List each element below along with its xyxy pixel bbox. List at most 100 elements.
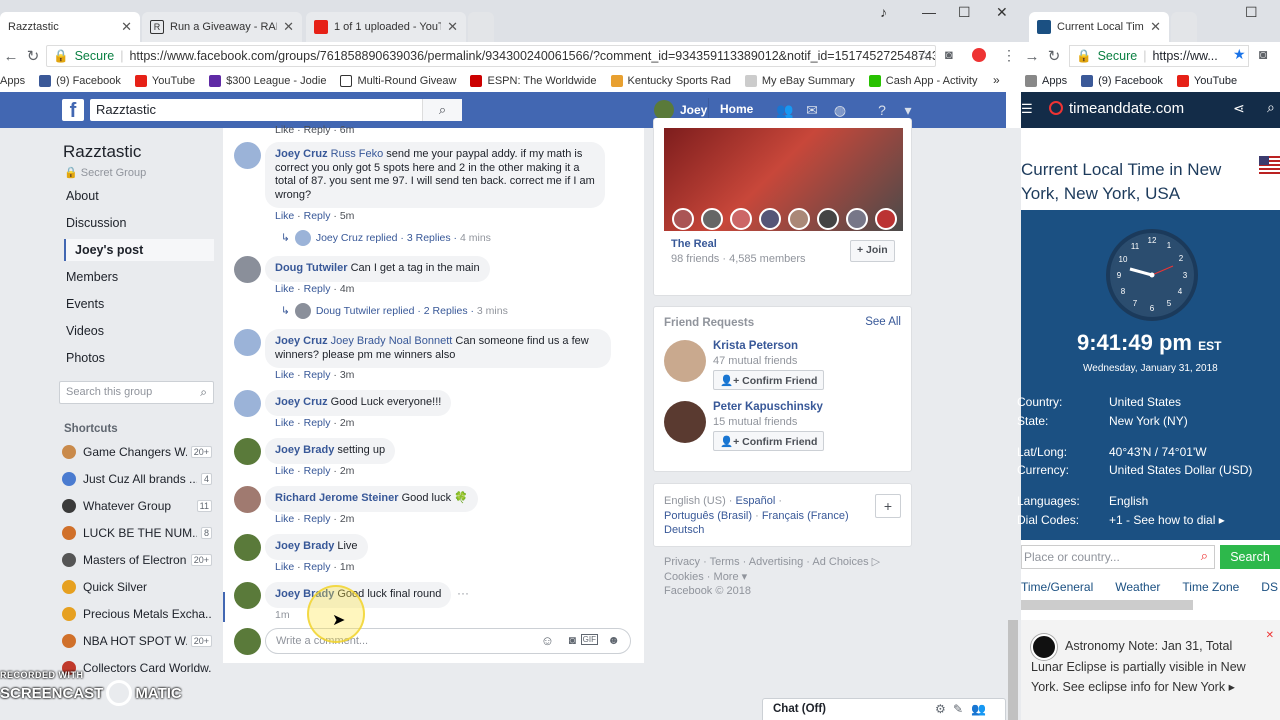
avatar[interactable] xyxy=(664,340,706,382)
reply-link[interactable]: Reply xyxy=(304,465,331,477)
bookmark-apps[interactable]: Apps xyxy=(0,75,25,87)
bookmark-youtube[interactable]: YouTube xyxy=(1176,75,1237,87)
maximize-icon[interactable]: ☐ xyxy=(1245,4,1258,21)
footer-link[interactable]: Cookies xyxy=(664,571,704,583)
bookmark-facebook[interactable]: (9) Facebook xyxy=(39,75,121,87)
nav-videos[interactable]: Videos xyxy=(66,324,104,338)
comment-author[interactable]: Joey Cruz xyxy=(275,396,328,408)
nav-members[interactable]: Members xyxy=(66,270,118,284)
member-avatar[interactable] xyxy=(875,208,897,230)
like-link[interactable]: Like xyxy=(275,210,294,222)
member-avatar[interactable] xyxy=(846,208,868,230)
join-button[interactable]: + Join xyxy=(850,240,895,262)
reply-link[interactable]: Reply xyxy=(304,369,331,381)
share-icon[interactable]: ⋖ xyxy=(1233,100,1245,117)
close-icon[interactable]: ✕ xyxy=(1266,630,1274,641)
reply-link[interactable]: Reply xyxy=(304,210,331,222)
group-chat-icon[interactable]: 👥 xyxy=(971,702,986,716)
reload-icon[interactable]: ↻ xyxy=(22,47,44,65)
group-cover-image[interactable] xyxy=(664,128,903,231)
member-avatar[interactable] xyxy=(788,208,810,230)
close-tab-icon[interactable]: ✕ xyxy=(1150,19,1161,35)
gear-icon[interactable]: ⚙ xyxy=(935,702,946,716)
reply-link[interactable]: Reply xyxy=(304,513,331,525)
bookmark-apps[interactable]: Apps xyxy=(1025,75,1067,87)
adblock-icon[interactable] xyxy=(972,48,986,62)
avatar[interactable] xyxy=(234,256,261,283)
search-icon[interactable]: ⌕ xyxy=(200,385,207,400)
replies-link[interactable]: ↳ Doug Tutwiler replied · 2 Replies · 3 m… xyxy=(281,303,508,319)
shortcut-item[interactable]: Just Cuz All brands ... 4 xyxy=(62,472,212,486)
reply-link[interactable]: Reply xyxy=(304,417,331,429)
avatar[interactable] xyxy=(234,142,261,169)
close-tab-icon[interactable]: ✕ xyxy=(283,19,294,35)
member-avatar[interactable] xyxy=(817,208,839,230)
like-link[interactable]: Like xyxy=(275,417,294,429)
footer-link[interactable]: Terms xyxy=(710,556,740,568)
comment-author[interactable]: Joey Cruz xyxy=(275,335,328,347)
confirm-friend-button[interactable]: 👤+ Confirm Friend xyxy=(713,370,825,390)
tab-youtube[interactable]: 1 of 1 uploaded - YouTu ✕ xyxy=(306,12,466,42)
camera-icon[interactable]: ◙ xyxy=(569,633,576,647)
site-name[interactable]: timeanddate.com xyxy=(1069,100,1184,117)
close-tab-icon[interactable]: ✕ xyxy=(447,19,458,35)
facebook-search-input[interactable]: Razztastic ⌕ xyxy=(90,99,462,121)
help-icon[interactable]: ? xyxy=(874,102,890,118)
like-link[interactable]: Like xyxy=(275,369,294,381)
close-window-icon[interactable]: ✕ xyxy=(996,4,1008,21)
tab-time-general[interactable]: Time/General xyxy=(1021,580,1093,594)
star-icon[interactable]: ☆ xyxy=(918,47,931,64)
star-icon[interactable]: ★ xyxy=(1233,46,1246,63)
avatar[interactable] xyxy=(234,486,261,513)
comment-tag[interactable]: Russ Feko xyxy=(331,148,384,160)
forward-icon[interactable]: → xyxy=(1021,48,1043,65)
shortcut-item[interactable]: Masters of Electron... 20+ xyxy=(62,553,212,567)
shortcut-item[interactable]: LUCK BE THE NUM... 8 xyxy=(62,526,212,540)
comment-author[interactable]: Doug Tutwiler xyxy=(275,262,348,274)
minimize-icon[interactable]: — xyxy=(922,4,936,20)
bookmark-ebay[interactable]: My eBay Summary xyxy=(744,75,855,87)
bookmark-facebook[interactable]: (9) Facebook xyxy=(1081,75,1163,87)
facebook-logo-icon[interactable]: f xyxy=(62,99,84,122)
avatar[interactable] xyxy=(234,390,261,417)
avatar[interactable] xyxy=(234,438,261,465)
group-card-name[interactable]: The Real xyxy=(671,238,717,250)
reply-link[interactable]: Reply xyxy=(304,561,331,573)
nav-photos[interactable]: Photos xyxy=(66,351,105,365)
camera-icon[interactable]: ◙ xyxy=(945,47,953,62)
emoji-icon[interactable]: ☺ xyxy=(541,633,554,648)
avatar[interactable] xyxy=(234,582,261,609)
friend-requests-icon[interactable]: 👥 xyxy=(776,102,793,118)
messages-icon[interactable]: ✉ xyxy=(804,102,820,118)
footer-link[interactable]: Ad Choices xyxy=(812,556,868,568)
footer-link[interactable]: More xyxy=(714,571,739,583)
member-avatar[interactable] xyxy=(759,208,781,230)
add-language-button[interactable]: + xyxy=(875,494,901,518)
avatar[interactable] xyxy=(664,401,706,443)
place-search-input[interactable]: Place or country... ⌕ xyxy=(1021,545,1215,569)
avatar[interactable] xyxy=(234,534,261,561)
tab-time-zone[interactable]: Time Zone xyxy=(1182,580,1239,594)
menu-icon[interactable]: ⋮ xyxy=(1002,47,1016,64)
profile-link[interactable]: Joey xyxy=(654,100,707,120)
new-tab-button[interactable] xyxy=(468,12,494,42)
nav-events[interactable]: Events xyxy=(66,297,104,311)
url-field[interactable]: 🔒 Secure | https://ww... xyxy=(1069,45,1249,67)
search-icon[interactable]: ⌕ xyxy=(422,99,462,121)
confirm-friend-button[interactable]: 👤+ Confirm Friend xyxy=(713,431,825,451)
like-link[interactable]: Like xyxy=(275,283,294,295)
footer-link[interactable]: Advertising xyxy=(749,556,803,568)
see-all-link[interactable]: See All xyxy=(865,316,901,328)
home-link[interactable]: Home xyxy=(720,102,753,116)
gif-icon[interactable]: GIF xyxy=(580,634,598,645)
back-icon[interactable]: ← xyxy=(0,48,22,65)
comment-tag[interactable]: Joey Brady Noal Bonnett xyxy=(331,335,453,347)
tab-razztastic[interactable]: Razztastic ✕ xyxy=(0,12,140,42)
language-link[interactable]: Português (Brasil) xyxy=(664,510,752,522)
comment-author[interactable]: Joey Brady xyxy=(275,444,334,456)
comment-author[interactable]: Richard Jerome Steiner xyxy=(275,492,399,504)
new-tab-button[interactable] xyxy=(1171,12,1197,42)
horizontal-scrollbar[interactable] xyxy=(1021,600,1193,610)
bookmark-league[interactable]: $300 League - Jodie xyxy=(209,75,326,87)
tab-current-local-time[interactable]: Current Local Time ✕ xyxy=(1029,12,1169,42)
